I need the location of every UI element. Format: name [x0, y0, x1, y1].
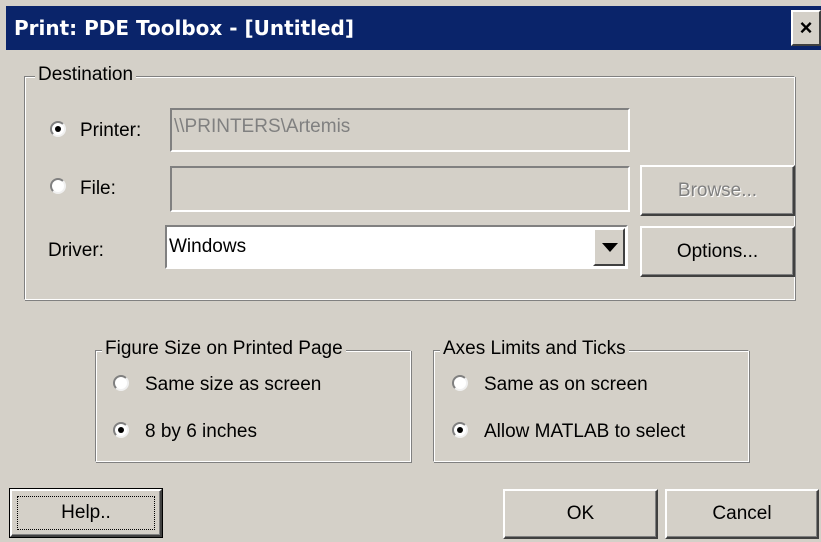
- printer-label: Printer:: [80, 120, 142, 141]
- destination-legend: Destination: [35, 64, 137, 86]
- chevron-down-icon[interactable]: [593, 228, 625, 266]
- browse-button[interactable]: Browse...: [640, 165, 795, 216]
- file-radio[interactable]: [50, 178, 66, 194]
- focus-rect: [17, 496, 155, 530]
- title-bar[interactable]: Print: PDE Toolbox - [Untitled] ×: [6, 6, 821, 50]
- same-size-radio[interactable]: [113, 375, 129, 391]
- close-button[interactable]: ×: [791, 10, 821, 46]
- file-label: File:: [80, 178, 116, 199]
- eight-by-six-label: 8 by 6 inches: [145, 421, 257, 442]
- file-field: [170, 166, 630, 212]
- driver-select-value: Windows: [169, 236, 247, 257]
- axes-limits-group: Axes Limits and Ticks: [433, 338, 749, 462]
- ok-button[interactable]: OK: [503, 489, 658, 539]
- same-as-screen-radio[interactable]: [452, 375, 468, 391]
- window-title: Print: PDE Toolbox - [Untitled]: [14, 16, 354, 40]
- figure-size-group: Figure Size on Printed Page: [95, 338, 411, 462]
- options-button[interactable]: Options...: [640, 226, 795, 277]
- close-icon: ×: [799, 15, 813, 40]
- print-dialog: Print: PDE Toolbox - [Untitled] × Destin…: [0, 0, 821, 542]
- eight-by-six-radio[interactable]: [113, 422, 129, 438]
- allow-matlab-label: Allow MATLAB to select: [484, 421, 686, 442]
- help-button[interactable]: Help..: [9, 488, 163, 538]
- same-as-screen-label: Same as on screen: [484, 374, 648, 395]
- axes-limits-legend: Axes Limits and Ticks: [440, 338, 629, 360]
- driver-select[interactable]: Windows: [165, 225, 628, 269]
- allow-matlab-radio[interactable]: [452, 422, 468, 438]
- driver-label: Driver:: [48, 240, 104, 261]
- printer-field: \\PRINTERS\Artemis: [170, 108, 630, 152]
- printer-radio[interactable]: [50, 121, 66, 137]
- same-size-label: Same size as screen: [145, 374, 322, 395]
- cancel-button[interactable]: Cancel: [665, 489, 819, 539]
- figure-size-legend: Figure Size on Printed Page: [102, 338, 346, 360]
